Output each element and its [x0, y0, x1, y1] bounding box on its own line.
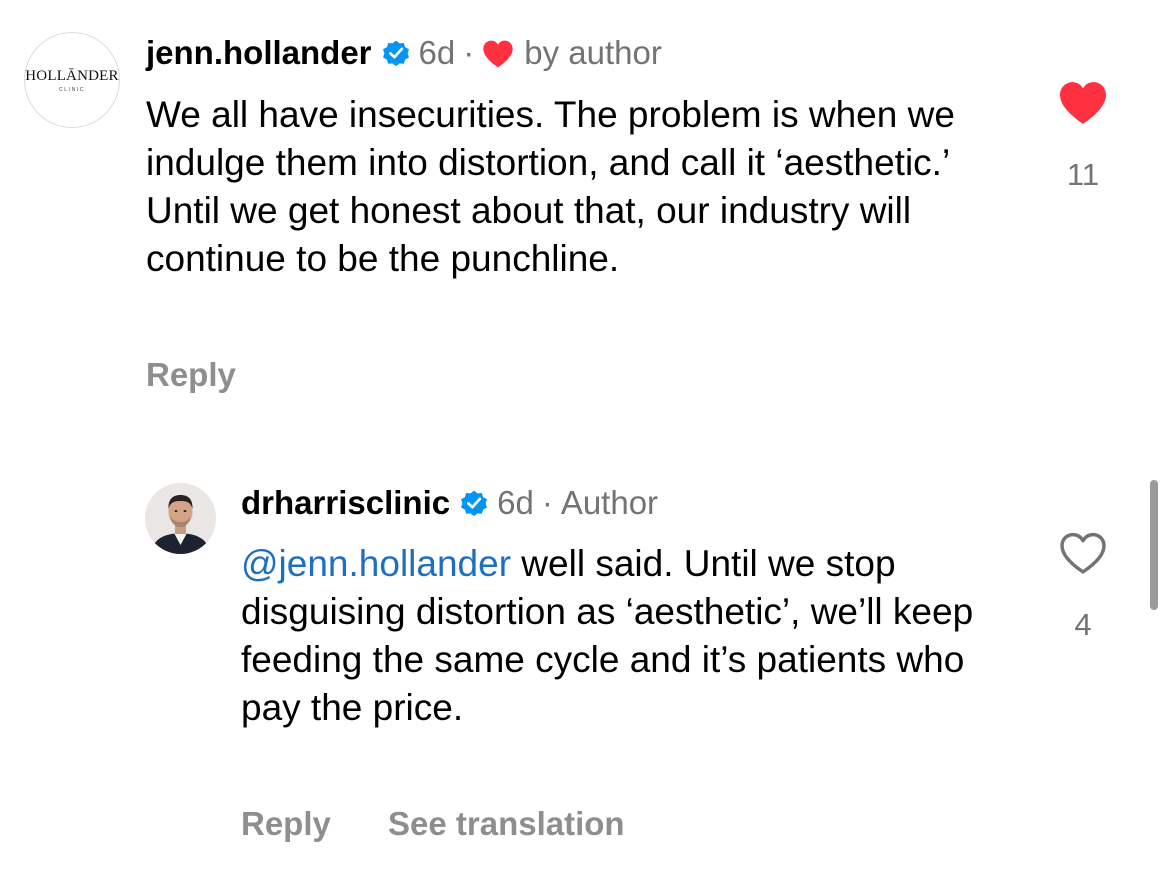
- author-label: Author: [560, 484, 659, 521]
- separator-dot: ·: [541, 484, 553, 521]
- liked-by-author-label: by author: [524, 34, 662, 71]
- avatar-hollander-clinic[interactable]: HOLLĀNDER CLINIC: [24, 32, 120, 128]
- reply-button[interactable]: Reply: [241, 805, 331, 843]
- separator-dot: ·: [463, 34, 475, 71]
- comment-body: We all have insecurities. The problem is…: [146, 94, 955, 279]
- heart-filled-icon[interactable]: [1057, 80, 1109, 126]
- verified-badge-icon: [382, 40, 409, 67]
- heart-outline-icon[interactable]: [1058, 531, 1108, 576]
- username-link[interactable]: jenn.hollander: [146, 34, 372, 72]
- comment-header: jenn.hollander 6d · by author: [146, 34, 662, 72]
- comment-time: 6d: [497, 484, 534, 521]
- heart-filled-icon: [483, 40, 513, 68]
- comment-time: 6d: [418, 34, 456, 71]
- like-count: 4: [1074, 607, 1092, 642]
- see-translation-button[interactable]: See translation: [388, 805, 625, 843]
- avatar-drharrisclinic[interactable]: [145, 483, 216, 554]
- scrollbar-thumb[interactable]: [1150, 480, 1158, 610]
- mention-link[interactable]: @jenn.hollander: [241, 543, 511, 584]
- reply-button[interactable]: Reply: [146, 356, 236, 394]
- username-link[interactable]: drharrisclinic: [241, 484, 450, 522]
- profile-photo: [145, 483, 216, 554]
- avatar-logo-text: HOLLĀNDER: [25, 68, 119, 84]
- like-count: 11: [1066, 157, 1100, 192]
- verified-badge-icon: [461, 490, 488, 517]
- avatar-logo-subtext: CLINIC: [59, 87, 85, 93]
- reply-text: @jenn.hollander well said. Until we stop…: [241, 540, 1031, 732]
- comment-text: We all have insecurities. The problem is…: [146, 91, 1006, 283]
- reply-header: drharrisclinic 6d · Author: [241, 484, 658, 522]
